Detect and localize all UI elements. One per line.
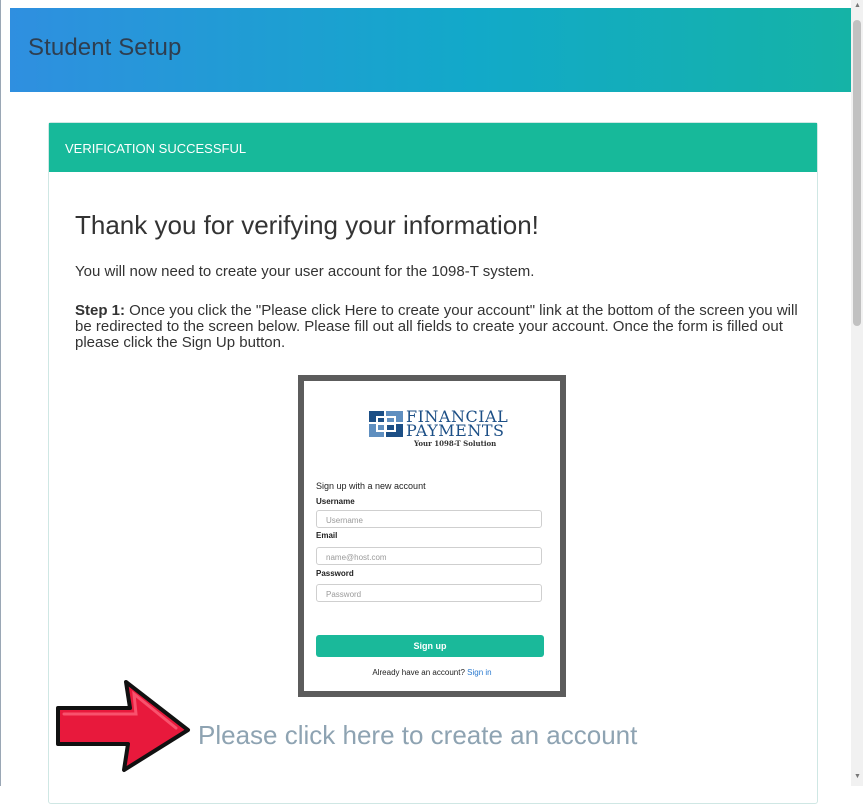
password-field: Password [316, 584, 542, 602]
create-account-link[interactable]: Please click here to create an account [198, 720, 637, 751]
thank-you-heading: Thank you for verifying your information… [75, 210, 539, 240]
page-title: Student Setup [28, 34, 182, 61]
password-label: Password [316, 569, 354, 578]
username-field: Username [316, 510, 542, 528]
financial-payments-logo-icon [369, 411, 403, 437]
signin-link: Sign in [467, 668, 492, 677]
window-left-edge [0, 0, 1, 786]
email-label: Email [316, 531, 338, 540]
username-label: Username [316, 497, 355, 506]
financial-payments-logo: FINANCIAL PAYMENTS Your 1098-T Solution [356, 403, 516, 453]
vertical-scrollbar[interactable]: ▲ ▼ [851, 0, 863, 786]
signup-form-preview: FINANCIAL PAYMENTS Your 1098-T Solution … [304, 381, 560, 691]
signup-button: Sign up [316, 635, 544, 657]
signin-prompt-text: Already have an account? [372, 668, 465, 677]
intro-text: You will now need to create your user ac… [75, 263, 535, 280]
email-field: name@host.com [316, 547, 542, 565]
step-1-instructions: Step 1: Once you click the "Please click… [75, 303, 805, 351]
scrollbar-thumb[interactable] [853, 20, 861, 326]
scroll-up-arrow-icon[interactable]: ▲ [854, 2, 861, 9]
signup-heading: Sign up with a new account [316, 481, 426, 491]
scroll-down-arrow-icon[interactable]: ▼ [854, 773, 861, 780]
page-header: Student Setup [10, 8, 851, 92]
logo-tagline: Your 1098-T Solution [414, 439, 497, 448]
panel-heading: VERIFICATION SUCCESSFUL [49, 123, 817, 172]
step-1-label: Step 1: [75, 302, 126, 319]
panel-heading-text: VERIFICATION SUCCESSFUL [65, 141, 247, 156]
signin-prompt: Already have an account? Sign in [304, 668, 560, 677]
logo-text-payments: PAYMENTS [406, 421, 505, 440]
step-1-text: Once you click the "Please click Here to… [75, 302, 798, 351]
signup-form-screenshot: FINANCIAL PAYMENTS Your 1098-T Solution … [298, 375, 566, 697]
red-pointing-arrow-icon [56, 680, 190, 772]
window-top-edge [0, 0, 863, 8]
